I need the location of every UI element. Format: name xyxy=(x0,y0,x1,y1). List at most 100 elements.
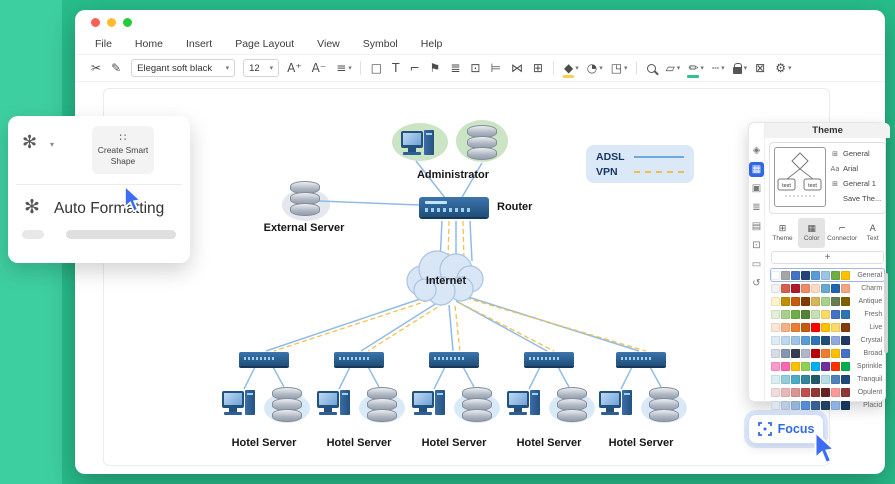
color-swatch[interactable] xyxy=(791,309,800,319)
color-swatch[interactable] xyxy=(781,374,790,384)
color-swatch[interactable] xyxy=(811,361,820,371)
color-swatch[interactable] xyxy=(841,283,850,293)
legend-box[interactable]: ADSL VPN xyxy=(586,145,694,183)
color-swatch[interactable] xyxy=(781,322,790,332)
switch-icon[interactable] xyxy=(616,352,666,366)
color-swatch[interactable] xyxy=(781,387,790,397)
color-swatch[interactable] xyxy=(771,361,780,371)
color-swatch[interactable] xyxy=(791,270,800,280)
color-swatch[interactable] xyxy=(801,283,810,293)
palette-row[interactable]: Sprinkle xyxy=(771,360,884,372)
color-swatch[interactable] xyxy=(841,348,850,358)
text-align-icon[interactable]: ≡ ▾ xyxy=(336,61,352,75)
color-swatch[interactable] xyxy=(771,283,780,293)
color-swatch[interactable] xyxy=(841,400,850,410)
menu-item[interactable]: View xyxy=(317,38,340,50)
font-family-select[interactable]: Elegant soft black ▾ xyxy=(131,59,236,77)
palette-row[interactable]: Broad xyxy=(771,347,884,359)
color-swatch[interactable] xyxy=(831,322,840,332)
computer-icon[interactable] xyxy=(599,389,633,419)
hotel-server-group[interactable]: Hotel Server xyxy=(404,385,504,451)
layers-icon[interactable]: ≣ xyxy=(450,61,462,75)
color-swatch[interactable] xyxy=(811,335,820,345)
pages-panel-icon[interactable]: ▭ xyxy=(749,257,764,272)
color-swatch[interactable] xyxy=(771,309,780,319)
mirror-icon[interactable]: ⋈ xyxy=(511,61,525,75)
color-swatch[interactable] xyxy=(811,400,820,410)
hotel-server-group[interactable]: Hotel Server xyxy=(591,385,691,451)
palette-row[interactable]: Crystal xyxy=(771,334,884,346)
palette-row[interactable]: Opulent xyxy=(771,386,884,398)
color-swatch[interactable] xyxy=(831,283,840,293)
line-style-icon[interactable]: ┄ ▾ xyxy=(712,61,725,75)
image-panel-icon[interactable]: ▣ xyxy=(749,181,764,196)
menu-item[interactable]: Symbol xyxy=(363,38,398,50)
color-swatch[interactable] xyxy=(831,348,840,358)
administrator-computer-icon[interactable] xyxy=(401,129,435,159)
color-swatch[interactable] xyxy=(831,387,840,397)
frame-icon[interactable]: ⊞ xyxy=(533,61,545,75)
database-icon[interactable] xyxy=(367,387,397,423)
cut-icon[interactable]: ✂ xyxy=(91,61,103,75)
color-swatch[interactable] xyxy=(831,270,840,280)
history-panel-icon[interactable]: ↺ xyxy=(749,276,764,291)
color-swatch[interactable] xyxy=(781,309,790,319)
color-swatch[interactable] xyxy=(831,309,840,319)
menu-item[interactable]: Help xyxy=(421,38,443,50)
theme-panel-icon[interactable]: ▦ xyxy=(749,162,764,177)
color-swatch[interactable] xyxy=(831,296,840,306)
color-swatch[interactable] xyxy=(791,322,800,332)
color-swatch[interactable] xyxy=(811,283,820,293)
close-window-button[interactable] xyxy=(91,17,100,27)
palette-row[interactable]: Charm xyxy=(771,282,884,294)
color-swatch[interactable] xyxy=(791,296,800,306)
notes-panel-icon[interactable]: ▤ xyxy=(749,219,764,234)
color-swatch[interactable] xyxy=(841,335,850,345)
minimize-window-button[interactable] xyxy=(107,17,116,27)
color-swatch[interactable] xyxy=(821,335,830,345)
preview-row-general[interactable]: ⊞ General xyxy=(830,147,881,160)
color-swatch[interactable] xyxy=(811,309,820,319)
color-swatch[interactable] xyxy=(771,387,780,397)
color-swatch[interactable] xyxy=(771,296,780,306)
toolbar-divider[interactable] xyxy=(552,61,556,75)
pen-icon[interactable]: ✏ ▾ xyxy=(687,61,704,78)
color-swatch[interactable] xyxy=(841,296,850,306)
preview-row-arial[interactable]: Aa Arial xyxy=(830,162,881,175)
color-swatch[interactable] xyxy=(791,361,800,371)
color-swatch[interactable] xyxy=(801,348,810,358)
color-swatch[interactable] xyxy=(771,335,780,345)
color-swatch[interactable] xyxy=(831,400,840,410)
create-smart-shape-button[interactable]: ∷ Create Smart Shape xyxy=(92,126,154,174)
switch-icon[interactable] xyxy=(429,352,479,366)
color-swatch[interactable] xyxy=(781,283,790,293)
panel-scrollbar[interactable] xyxy=(884,273,889,353)
color-swatch[interactable] xyxy=(841,309,850,319)
color-swatch[interactable] xyxy=(821,387,830,397)
color-swatch[interactable] xyxy=(811,270,820,280)
color-swatch[interactable] xyxy=(841,374,850,384)
hotel-server-group[interactable]: Hotel Server xyxy=(309,385,409,451)
switch-icon[interactable] xyxy=(239,352,289,366)
shadow-icon[interactable]: ◔ ▾ xyxy=(587,61,603,75)
color-swatch[interactable] xyxy=(821,270,830,280)
color-swatch[interactable] xyxy=(791,348,800,358)
palette-row[interactable]: Antique xyxy=(771,295,884,307)
selection-panel-icon[interactable]: ⊡ xyxy=(749,238,764,253)
color-swatch[interactable] xyxy=(801,322,810,332)
computer-icon[interactable] xyxy=(412,389,446,419)
color-swatch[interactable] xyxy=(791,335,800,345)
color-swatch[interactable] xyxy=(841,322,850,332)
color-swatch[interactable] xyxy=(831,335,840,345)
color-swatch[interactable] xyxy=(811,387,820,397)
tab-text[interactable]: A Text xyxy=(859,218,886,248)
lock-icon[interactable]: ▾ xyxy=(732,62,747,74)
connector-tool-icon[interactable]: ⌐ xyxy=(409,61,421,75)
color-swatch[interactable] xyxy=(811,322,820,332)
computer-icon[interactable] xyxy=(317,389,351,419)
preview-row-save-theme[interactable]: Save The... xyxy=(830,192,881,205)
export-icon[interactable]: ⊠ xyxy=(755,61,767,75)
color-swatch[interactable] xyxy=(771,270,780,280)
menu-item[interactable]: Page Layout xyxy=(235,38,294,50)
color-swatch[interactable] xyxy=(771,400,780,410)
